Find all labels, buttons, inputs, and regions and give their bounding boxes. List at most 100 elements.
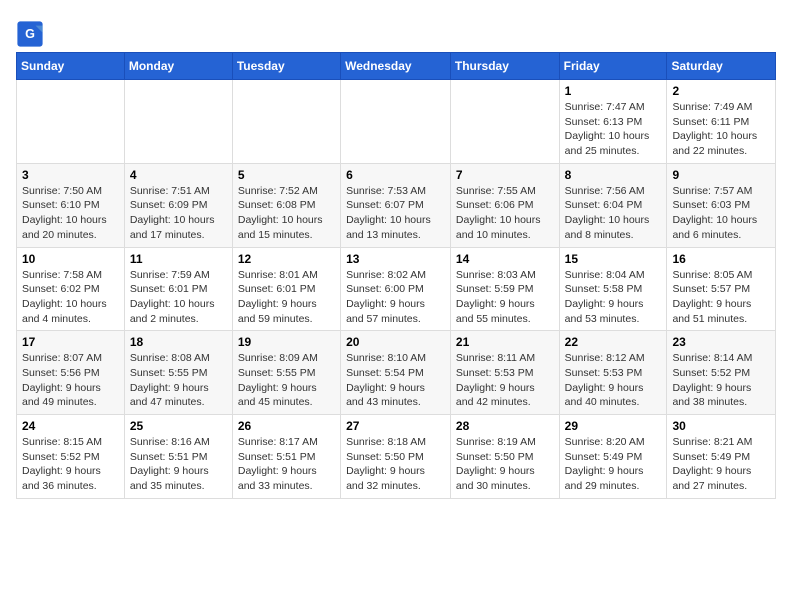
day-info: Sunrise: 7:58 AMSunset: 6:02 PMDaylight:… [22,268,119,327]
day-info: Sunrise: 7:55 AMSunset: 6:06 PMDaylight:… [456,184,554,243]
day-info: Sunrise: 7:50 AMSunset: 6:10 PMDaylight:… [22,184,119,243]
weekday-header-thursday: Thursday [450,53,559,80]
calendar-cell: 6 Sunrise: 7:53 AMSunset: 6:07 PMDaylight… [341,163,451,247]
day-number: 16 [672,252,770,266]
calendar-cell: 17Sunrise: 8:07 AMSunset: 5:56 PMDayligh… [17,331,125,415]
day-number: 14 [456,252,554,266]
day-number: 11 [130,252,227,266]
day-number: 27 [346,419,445,433]
day-info: Sunrise: 8:18 AMSunset: 5:50 PMDaylight:… [346,435,445,494]
calendar-cell: 12 Sunrise: 8:01 AMSunset: 6:01 PMDayligh… [232,247,340,331]
calendar-cell: 28 Sunrise: 8:19 AMSunset: 5:50 PMDayligh… [450,415,559,499]
calendar-cell: 20 Sunrise: 8:10 AMSunset: 5:54 PMDayligh… [341,331,451,415]
day-number: 7 [456,168,554,182]
svg-text:G: G [25,27,35,41]
day-info: Sunrise: 8:19 AMSunset: 5:50 PMDaylight:… [456,435,554,494]
day-number: 22 [565,335,662,349]
calendar-cell [17,80,125,164]
day-info: Sunrise: 8:16 AMSunset: 5:51 PMDaylight:… [130,435,227,494]
day-number: 4 [130,168,227,182]
day-number: 18 [130,335,227,349]
calendar-cell [232,80,340,164]
day-number: 12 [238,252,335,266]
day-number: 25 [130,419,227,433]
day-number: 20 [346,335,445,349]
calendar-week-4: 17Sunrise: 8:07 AMSunset: 5:56 PMDayligh… [17,331,776,415]
calendar-cell: 25 Sunrise: 8:16 AMSunset: 5:51 PMDayligh… [124,415,232,499]
calendar-cell: 5 Sunrise: 7:52 AMSunset: 6:08 PMDaylight… [232,163,340,247]
calendar-cell: 22 Sunrise: 8:12 AMSunset: 5:53 PMDayligh… [559,331,667,415]
day-info: Sunrise: 7:49 AMSunset: 6:11 PMDaylight:… [672,100,770,159]
day-info: Sunrise: 8:15 AMSunset: 5:52 PMDaylight:… [22,435,119,494]
day-number: 19 [238,335,335,349]
calendar-cell: 15 Sunrise: 8:04 AMSunset: 5:58 PMDayligh… [559,247,667,331]
page-header: G [16,16,776,48]
day-info: Sunrise: 8:01 AMSunset: 6:01 PMDaylight:… [238,268,335,327]
weekday-header-saturday: Saturday [667,53,776,80]
calendar-cell: 19 Sunrise: 8:09 AMSunset: 5:55 PMDayligh… [232,331,340,415]
calendar-week-1: 1Sunrise: 7:47 AMSunset: 6:13 PMDaylight… [17,80,776,164]
day-number: 28 [456,419,554,433]
weekday-header-monday: Monday [124,53,232,80]
weekday-header-sunday: Sunday [17,53,125,80]
day-info: Sunrise: 8:02 AMSunset: 6:00 PMDaylight:… [346,268,445,327]
weekday-header-row: SundayMondayTuesdayWednesdayThursdayFrid… [17,53,776,80]
calendar-cell [450,80,559,164]
calendar-cell: 1Sunrise: 7:47 AMSunset: 6:13 PMDaylight… [559,80,667,164]
calendar-week-2: 3 Sunrise: 7:50 AMSunset: 6:10 PMDaylight… [17,163,776,247]
calendar-cell: 26 Sunrise: 8:17 AMSunset: 5:51 PMDayligh… [232,415,340,499]
day-number: 15 [565,252,662,266]
calendar-cell: 29Sunrise: 8:20 AMSunset: 5:49 PMDayligh… [559,415,667,499]
calendar-cell: 27 Sunrise: 8:18 AMSunset: 5:50 PMDayligh… [341,415,451,499]
calendar-cell: 23 Sunrise: 8:14 AMSunset: 5:52 PMDayligh… [667,331,776,415]
day-info: Sunrise: 8:08 AMSunset: 5:55 PMDaylight:… [130,351,227,410]
calendar-cell [341,80,451,164]
calendar-cell: 24 Sunrise: 8:15 AMSunset: 5:52 PMDayligh… [17,415,125,499]
calendar-cell: 4 Sunrise: 7:51 AMSunset: 6:09 PMDaylight… [124,163,232,247]
day-info: Sunrise: 8:12 AMSunset: 5:53 PMDaylight:… [565,351,662,410]
day-info: Sunrise: 8:20 AMSunset: 5:49 PMDaylight:… [565,435,662,494]
weekday-header-wednesday: Wednesday [341,53,451,80]
calendar-cell: 7 Sunrise: 7:55 AMSunset: 6:06 PMDaylight… [450,163,559,247]
calendar-week-3: 10Sunrise: 7:58 AMSunset: 6:02 PMDayligh… [17,247,776,331]
day-info: Sunrise: 7:57 AMSunset: 6:03 PMDaylight:… [672,184,770,243]
calendar-cell: 21 Sunrise: 8:11 AMSunset: 5:53 PMDayligh… [450,331,559,415]
day-number: 21 [456,335,554,349]
day-info: Sunrise: 8:11 AMSunset: 5:53 PMDaylight:… [456,351,554,410]
day-number: 5 [238,168,335,182]
day-number: 1 [565,84,662,98]
calendar-cell: 18 Sunrise: 8:08 AMSunset: 5:55 PMDayligh… [124,331,232,415]
weekday-header-tuesday: Tuesday [232,53,340,80]
day-info: Sunrise: 8:17 AMSunset: 5:51 PMDaylight:… [238,435,335,494]
day-info: Sunrise: 8:21 AMSunset: 5:49 PMDaylight:… [672,435,770,494]
day-number: 6 [346,168,445,182]
day-info: Sunrise: 8:10 AMSunset: 5:54 PMDaylight:… [346,351,445,410]
calendar-cell: 16 Sunrise: 8:05 AMSunset: 5:57 PMDayligh… [667,247,776,331]
day-info: Sunrise: 8:03 AMSunset: 5:59 PMDaylight:… [456,268,554,327]
day-info: Sunrise: 7:59 AMSunset: 6:01 PMDaylight:… [130,268,227,327]
logo: G [16,20,48,48]
day-number: 24 [22,419,119,433]
day-info: Sunrise: 7:51 AMSunset: 6:09 PMDaylight:… [130,184,227,243]
day-info: Sunrise: 8:14 AMSunset: 5:52 PMDaylight:… [672,351,770,410]
day-info: Sunrise: 7:52 AMSunset: 6:08 PMDaylight:… [238,184,335,243]
day-info: Sunrise: 7:56 AMSunset: 6:04 PMDaylight:… [565,184,662,243]
calendar-cell: 3 Sunrise: 7:50 AMSunset: 6:10 PMDaylight… [17,163,125,247]
day-number: 23 [672,335,770,349]
day-number: 3 [22,168,119,182]
calendar-week-5: 24 Sunrise: 8:15 AMSunset: 5:52 PMDayligh… [17,415,776,499]
day-info: Sunrise: 8:04 AMSunset: 5:58 PMDaylight:… [565,268,662,327]
day-number: 30 [672,419,770,433]
calendar-cell: 9Sunrise: 7:57 AMSunset: 6:03 PMDaylight… [667,163,776,247]
calendar-cell: 10Sunrise: 7:58 AMSunset: 6:02 PMDayligh… [17,247,125,331]
logo-icon: G [16,20,44,48]
day-info: Sunrise: 7:53 AMSunset: 6:07 PMDaylight:… [346,184,445,243]
calendar-cell [124,80,232,164]
day-number: 26 [238,419,335,433]
day-number: 13 [346,252,445,266]
day-info: Sunrise: 8:07 AMSunset: 5:56 PMDaylight:… [22,351,119,410]
day-number: 8 [565,168,662,182]
calendar-cell: 2Sunrise: 7:49 AMSunset: 6:11 PMDaylight… [667,80,776,164]
day-info: Sunrise: 8:09 AMSunset: 5:55 PMDaylight:… [238,351,335,410]
day-info: Sunrise: 8:05 AMSunset: 5:57 PMDaylight:… [672,268,770,327]
